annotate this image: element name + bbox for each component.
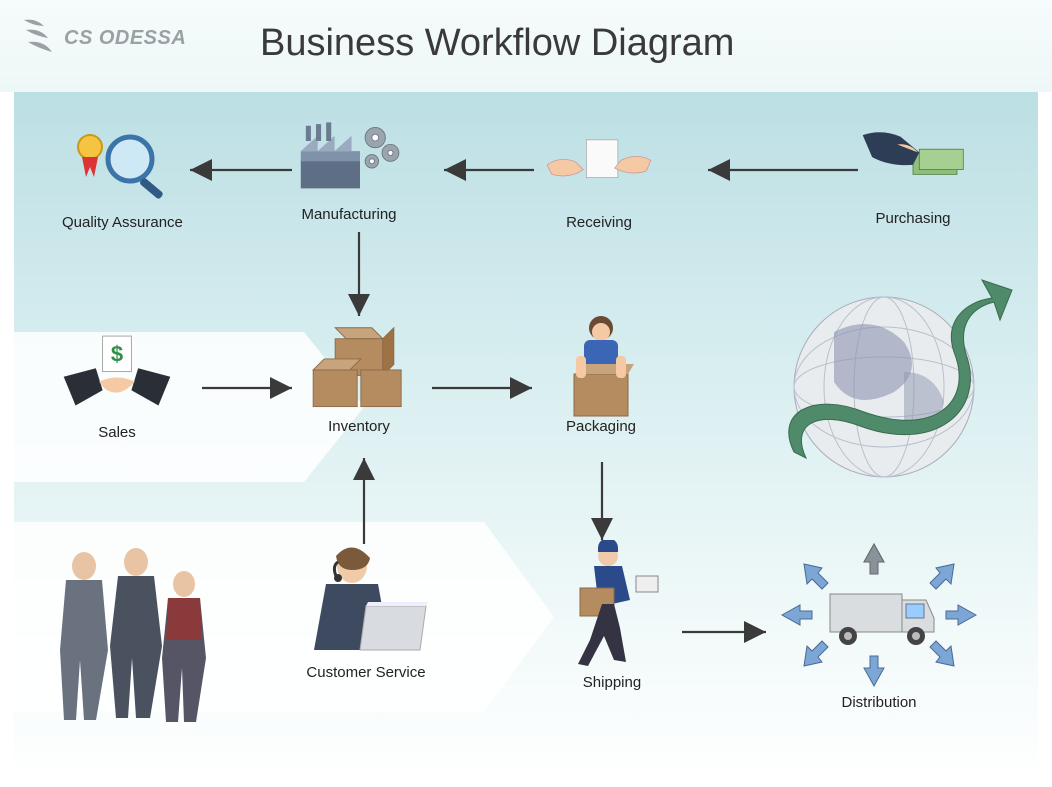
brand-text: CS ODESSA [64,27,186,50]
node-label: Quality Assurance [62,214,183,231]
node-manufacturing: Manufacturing [294,112,404,223]
node-qa: Quality Assurance [62,120,183,231]
node-receiving: Receiving [544,120,654,231]
globe-spiral-arrow-icon [754,262,1014,502]
hand-money-icon [858,116,968,206]
node-distribution: Distribution [774,540,984,711]
svg-text:$: $ [111,341,123,366]
node-label: Receiving [544,214,654,231]
node-label: Distribution [774,694,984,711]
courier-icon [552,540,672,670]
node-shipping: Shipping [552,540,672,691]
diagram-canvas: Quality Assurance Manufacturing [14,92,1038,782]
worker-box-icon [546,324,656,414]
boxes-icon [304,324,414,414]
node-label: Sales [62,424,172,441]
node-label: Purchasing [858,210,968,227]
node-label: Shipping [552,674,672,691]
business-people-icon [36,540,226,730]
node-customer-service: Customer Service [296,540,436,681]
page-title: Business Workflow Diagram [260,22,734,65]
node-sales: $ Sales [62,330,172,441]
hands-document-icon [544,120,654,210]
node-packaging: Packaging [546,324,656,435]
handshake-dollar-icon: $ [62,330,172,420]
support-agent-icon [296,540,436,660]
brand-logo: CS ODESSA [18,16,186,60]
truck-radial-arrows-icon [774,540,984,690]
people-illustration [36,540,226,734]
globe-illustration [754,262,1014,506]
node-purchasing: Purchasing [858,116,968,227]
node-inventory: Inventory [304,324,414,435]
node-label: Customer Service [296,664,436,681]
factory-gears-icon [294,112,404,202]
magnifier-ribbon-icon [67,120,177,210]
node-label: Manufacturing [294,206,404,223]
